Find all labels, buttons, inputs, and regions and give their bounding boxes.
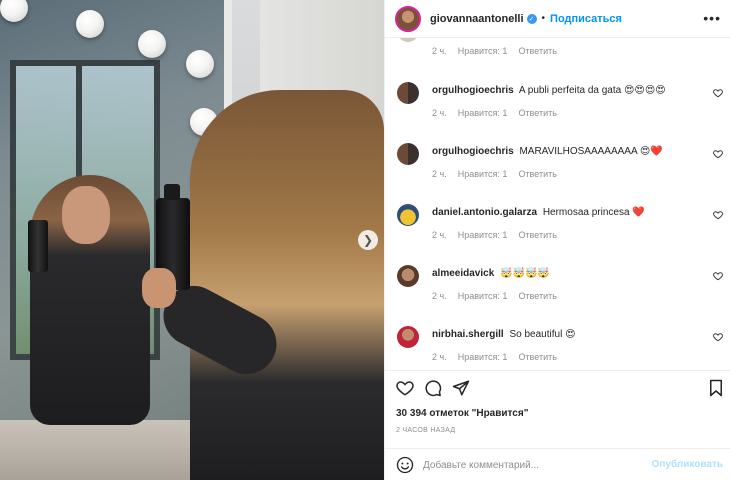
commenter-avatar[interactable] — [397, 326, 419, 348]
commenter-avatar[interactable] — [397, 82, 419, 104]
post-action-bar — [385, 370, 730, 404]
author-avatar[interactable] — [395, 5, 421, 32]
commenter-avatar[interactable] — [397, 204, 419, 226]
comment-emoji: 😍😍😍😍 — [624, 85, 666, 96]
comment-meta: 2 ч. Нравится: 1 Ответить — [432, 230, 557, 240]
comment-text-block: nirbhai.shergill So beautiful 😍 — [432, 328, 702, 341]
likes-count[interactable]: 30 394 отметок "Нравится" — [396, 408, 528, 419]
comment-meta: 2 ч. Нравится: 1 Ответить — [432, 291, 557, 301]
comments-list[interactable]: 2 ч. Нравится: 1 Ответить orgulhogioechr… — [385, 38, 730, 370]
comment-emoji: 🤯🤯🤯🤯 — [500, 268, 550, 279]
photo-person — [190, 90, 384, 480]
photo-bottle-reflection — [28, 220, 48, 272]
author-username[interactable]: giovannaantonelli — [430, 13, 524, 25]
bookmark-save-icon[interactable] — [707, 379, 725, 397]
emoji-smiley-icon[interactable] — [396, 456, 414, 474]
comment-text-block: daniel.antonio.galarza Hermosaa princesa… — [432, 206, 702, 219]
comment-time: 2 ч. — [432, 169, 447, 179]
header-separator: • — [541, 13, 546, 24]
comment-text-block: almeeidavick 🤯🤯🤯🤯 — [432, 267, 702, 280]
comment-reply-button[interactable]: Ответить — [518, 291, 556, 301]
post-photo[interactable]: ❯ — [0, 0, 384, 480]
commenter-username[interactable]: almeeidavick — [432, 268, 494, 279]
comment-time: 2 ч. — [432, 46, 447, 56]
comment-likes[interactable]: Нравится: 1 — [458, 46, 508, 56]
comment-emoji: 😍 — [565, 329, 576, 340]
comment-text: A publi perfeita da gata — [518, 85, 622, 96]
mirror-bulb — [138, 30, 166, 58]
like-heart-icon[interactable] — [396, 379, 414, 397]
commenter-avatar[interactable] — [397, 143, 419, 165]
chevron-right-icon: ❯ — [362, 233, 374, 247]
comment-time: 2 ч. — [432, 291, 447, 301]
previous-comment-meta: 2 ч. Нравится: 1 Ответить — [432, 46, 557, 56]
comment-emoji: ❤️ — [632, 207, 645, 218]
comment-likes[interactable]: Нравится: 1 — [458, 291, 508, 301]
comment-like-heart-icon[interactable] — [713, 210, 723, 220]
commenter-username[interactable]: orgulhogioechris — [432, 146, 514, 157]
comment-likes[interactable]: Нравится: 1 — [458, 108, 508, 118]
comment-text: So beautiful — [509, 329, 563, 340]
post-timestamp[interactable]: 2 ЧАСОВ НАЗАД — [396, 427, 455, 434]
photo-person-hand — [142, 268, 176, 308]
comment-meta: 2 ч. Нравится: 1 Ответить — [432, 108, 557, 118]
comment-time: 2 ч. — [432, 352, 447, 362]
comment-like-heart-icon[interactable] — [713, 271, 723, 281]
comment-like-heart-icon[interactable] — [713, 332, 723, 342]
post-header: giovannaantonelli ✓ • Подписаться ••• — [385, 0, 730, 38]
more-options-icon[interactable]: ••• — [703, 11, 721, 25]
comment-item: almeeidavick 🤯🤯🤯🤯 2 ч. Нравится: 1 Ответ… — [385, 259, 730, 319]
comment-likes[interactable]: Нравится: 1 — [458, 352, 508, 362]
comment-text: MARAVILHOSAAAAAAAA — [519, 146, 638, 157]
comment-text-block: orgulhogioechris MARAVILHOSAAAAAAAA 😍❤️ — [432, 145, 702, 158]
comment-reply-button[interactable]: Ответить — [518, 230, 556, 240]
comment-bubble-icon[interactable] — [424, 379, 442, 397]
post-side-panel: giovannaantonelli ✓ • Подписаться ••• 2 … — [384, 0, 730, 480]
comment-like-heart-icon[interactable] — [713, 88, 723, 98]
publish-button[interactable]: Опубликовать — [652, 459, 723, 470]
comment-item: nirbhai.shergill So beautiful 😍 2 ч. Нра… — [385, 320, 730, 370]
carousel-next-button[interactable]: ❯ — [358, 230, 378, 250]
comment-text: Hermosaa princesa — [542, 207, 630, 218]
comment-meta: 2 ч. Нравится: 1 Ответить — [432, 352, 557, 362]
previous-comment-avatar — [397, 38, 419, 42]
comment-reply-button[interactable]: Ответить — [518, 169, 556, 179]
comment-reply-button[interactable]: Ответить — [518, 46, 556, 56]
mirror-bulb — [76, 10, 104, 38]
mirror-bulb — [186, 50, 214, 78]
commenter-username[interactable]: nirbhai.shergill — [432, 329, 504, 340]
commenter-username[interactable]: orgulhogioechris — [432, 85, 514, 96]
comment-likes[interactable]: Нравится: 1 — [458, 230, 508, 240]
comment-reply-button[interactable]: Ответить — [518, 352, 556, 362]
comment-text-block: orgulhogioechris A publi perfeita da gat… — [432, 84, 702, 97]
commenter-username[interactable]: daniel.antonio.galarza — [432, 207, 537, 218]
comment-time: 2 ч. — [432, 230, 447, 240]
comment-composer: Опубликовать — [385, 448, 730, 480]
share-send-icon[interactable] — [452, 379, 470, 397]
comment-emoji: 😍❤️ — [639, 146, 663, 157]
comment-input[interactable] — [423, 457, 643, 473]
comment-likes[interactable]: Нравится: 1 — [458, 169, 508, 179]
comment-item: orgulhogioechris MARAVILHOSAAAAAAAA 😍❤️ … — [385, 137, 730, 197]
follow-button[interactable]: Подписаться — [550, 13, 622, 25]
comment-item: orgulhogioechris A publi perfeita da gat… — [385, 76, 730, 136]
comment-time: 2 ч. — [432, 108, 447, 118]
photo-person-face — [62, 186, 110, 244]
commenter-avatar[interactable] — [397, 265, 419, 287]
comment-reply-button[interactable]: Ответить — [518, 108, 556, 118]
verified-badge-icon: ✓ — [526, 13, 537, 24]
comment-like-heart-icon[interactable] — [713, 149, 723, 159]
comment-item: daniel.antonio.galarza Hermosaa princesa… — [385, 198, 730, 258]
comment-meta: 2 ч. Нравится: 1 Ответить — [432, 169, 557, 179]
